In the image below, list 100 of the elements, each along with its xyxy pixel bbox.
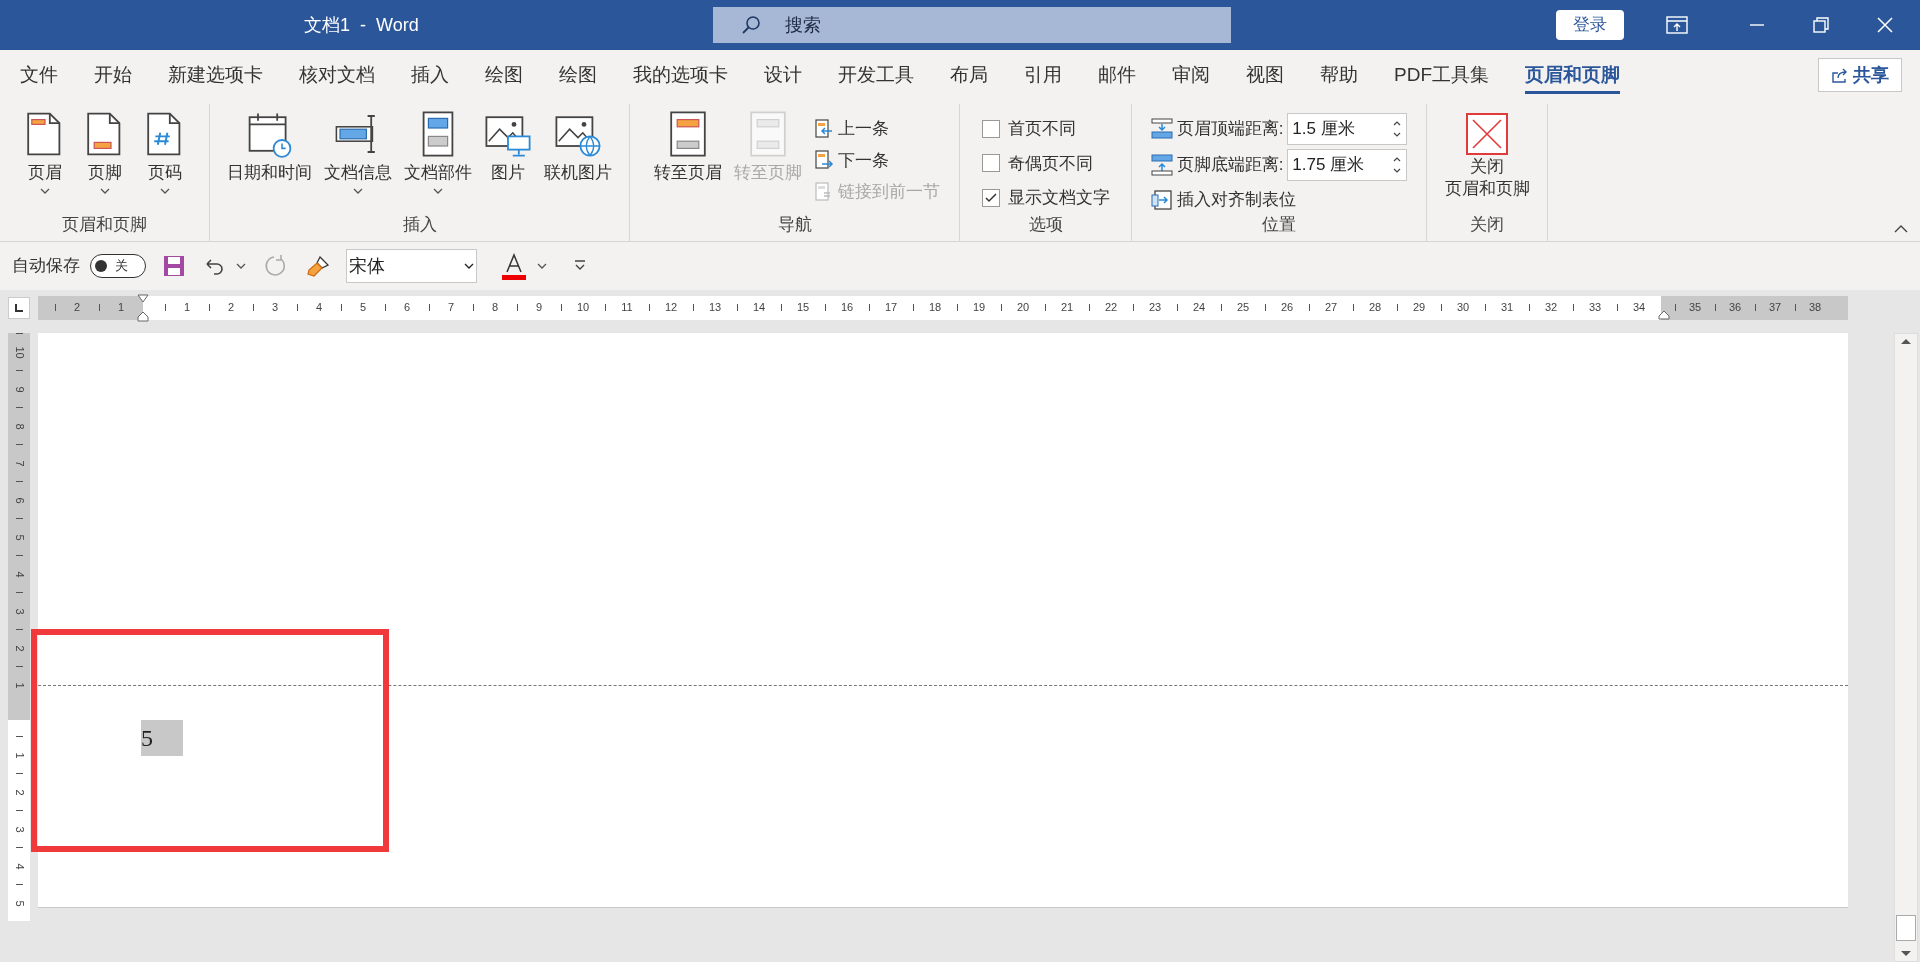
ribbon-tab[interactable]: 插入 (411, 56, 449, 94)
ruler-number: 37 (1768, 300, 1782, 316)
ribbon-tab[interactable]: 绘图 (559, 56, 597, 94)
ruler-number: 8 (13, 422, 25, 430)
ribbon-tab[interactable]: PDF工具集 (1394, 56, 1489, 94)
ribbon-button[interactable]: 图片 (480, 108, 536, 212)
ruler-number: 5 (13, 533, 25, 541)
ribbon-tab[interactable]: 新建选项卡 (168, 56, 263, 94)
spinner-label: 页脚底端距离: (1176, 154, 1284, 177)
spinner-field[interactable]: 1.75 厘米 (1287, 149, 1408, 181)
ribbon-button[interactable]: 日期和时间 (223, 108, 316, 212)
caret-icon (537, 263, 547, 269)
page-number-field[interactable]: 5 (141, 720, 183, 756)
ruler-number: 15 (796, 300, 810, 316)
ribbon-tab[interactable]: 审阅 (1172, 56, 1210, 94)
ruler-number: 4 (315, 300, 323, 316)
search-icon (741, 15, 761, 35)
vertical-scrollbar[interactable] (1894, 333, 1918, 962)
header-distance-icon (1150, 118, 1173, 140)
group-label: 页眉和页脚 (61, 213, 148, 236)
ribbon-tab[interactable]: 文件 (20, 56, 58, 94)
checkbox[interactable] (981, 188, 1000, 207)
close-icon[interactable] (1876, 16, 1894, 34)
ribbon-button[interactable]: 文档部件 (400, 108, 476, 212)
share-button[interactable]: 共享 (1818, 58, 1902, 92)
ruler-number: 5 (359, 300, 367, 316)
ruler-number: 2 (13, 788, 25, 796)
ribbon-tab[interactable]: 邮件 (1098, 56, 1136, 94)
ruler-number: 9 (13, 385, 25, 393)
share-icon (1831, 67, 1849, 83)
ribbon-tab[interactable]: 页眉和页脚 (1525, 56, 1620, 94)
ruler-number: 33 (1588, 300, 1602, 316)
ribbon-tab[interactable]: 绘图 (485, 56, 523, 94)
ribbon-button[interactable]: 文档信息 (320, 108, 396, 212)
indent-marker-icon[interactable] (137, 293, 149, 322)
autosave-toggle[interactable]: 关 (90, 254, 146, 278)
group-label: 选项 (1027, 213, 1064, 236)
search-field[interactable]: 搜索 (713, 7, 1231, 43)
font-select[interactable]: 宋体 (346, 249, 477, 283)
ribbon-tab[interactable]: 我的选项卡 (633, 56, 728, 94)
font-color-icon[interactable] (501, 252, 527, 280)
ribbon-tab[interactable]: 帮助 (1320, 56, 1358, 94)
group-label: 关闭 (1469, 213, 1505, 236)
caret-icon (464, 263, 474, 269)
ribbon-tab[interactable]: 引用 (1024, 56, 1062, 94)
spinner-label: 页眉顶端距离: (1176, 118, 1284, 141)
ruler-number: 1 (13, 751, 25, 759)
ribbon-tab[interactable]: 开发工具 (838, 56, 914, 94)
ruler-number: 2 (13, 644, 25, 652)
ruler-number: 11 (621, 300, 633, 316)
ruler-number: 26 (1280, 300, 1294, 316)
close-header-footer-button[interactable]: 关闭 页眉和页脚 (1436, 108, 1538, 212)
ruler-number: 34 (1632, 300, 1646, 316)
collapse-ribbon-icon[interactable] (1894, 225, 1908, 233)
ribbon-tab[interactable]: 设计 (764, 56, 802, 94)
ribbon-button[interactable]: 页码 (136, 108, 193, 212)
ribbon-button[interactable]: 下一条 (813, 147, 940, 173)
ruler-number: 10 (576, 300, 590, 316)
ruler-number: 10 (13, 345, 25, 359)
ruler-number: 27 (1324, 300, 1338, 316)
ribbon-tab[interactable]: 视图 (1246, 56, 1284, 94)
ruler-number: 9 (535, 300, 543, 316)
caret-icon (236, 263, 246, 269)
ruler-number: 3 (13, 607, 25, 615)
ribbon-button[interactable]: 页眉 (16, 108, 73, 212)
group-label: 导航 (776, 213, 813, 236)
ruler-number: 1 (117, 300, 125, 316)
ribbon-button[interactable]: 上一条 (813, 116, 940, 142)
save-icon[interactable] (162, 254, 186, 278)
group-label: 插入 (401, 213, 438, 236)
ribbon-display-icon[interactable] (1666, 16, 1688, 34)
ruler-number: 4 (13, 570, 25, 578)
ribbon-button[interactable]: 页脚 (76, 108, 133, 212)
group-label: 位置 (1261, 213, 1297, 236)
ribbon-button[interactable]: 转至页眉 (649, 108, 726, 212)
ribbon-tab[interactable]: 布局 (950, 56, 988, 94)
scroll-thumb[interactable] (1896, 915, 1916, 941)
ruler-number: 19 (972, 300, 986, 316)
ruler-number: 28 (1368, 300, 1382, 316)
ruler-number: 18 (928, 300, 942, 316)
login-button[interactable]: 登录 (1556, 10, 1624, 40)
restore-icon[interactable] (1812, 16, 1830, 34)
ruler-number: 24 (1192, 300, 1206, 316)
checkbox[interactable] (981, 119, 1000, 138)
ribbon-button[interactable]: 插入对齐制表位 (1150, 187, 1408, 213)
checkbox-label: 显示文档文字 (1007, 187, 1110, 209)
ribbon-button[interactable]: 联机图片 (540, 108, 616, 212)
ribbon-tab[interactable]: 核对文档 (299, 56, 375, 94)
spinner-field[interactable]: 1.5 厘米 (1287, 113, 1408, 145)
window-title: 文档1 - Word (304, 13, 420, 37)
right-indent-marker-icon[interactable] (1658, 309, 1670, 320)
tab-stop-selector[interactable] (8, 296, 30, 319)
ruler-number: 2 (227, 300, 235, 316)
ribbon-tab[interactable]: 开始 (94, 56, 132, 94)
ruler-number: 8 (491, 300, 499, 316)
ruler-number: 7 (447, 300, 455, 316)
footer-distance-icon (1150, 154, 1173, 176)
ruler-number: 7 (13, 459, 25, 467)
checkbox[interactable] (981, 154, 1000, 173)
ruler-number: 36 (1728, 300, 1742, 316)
